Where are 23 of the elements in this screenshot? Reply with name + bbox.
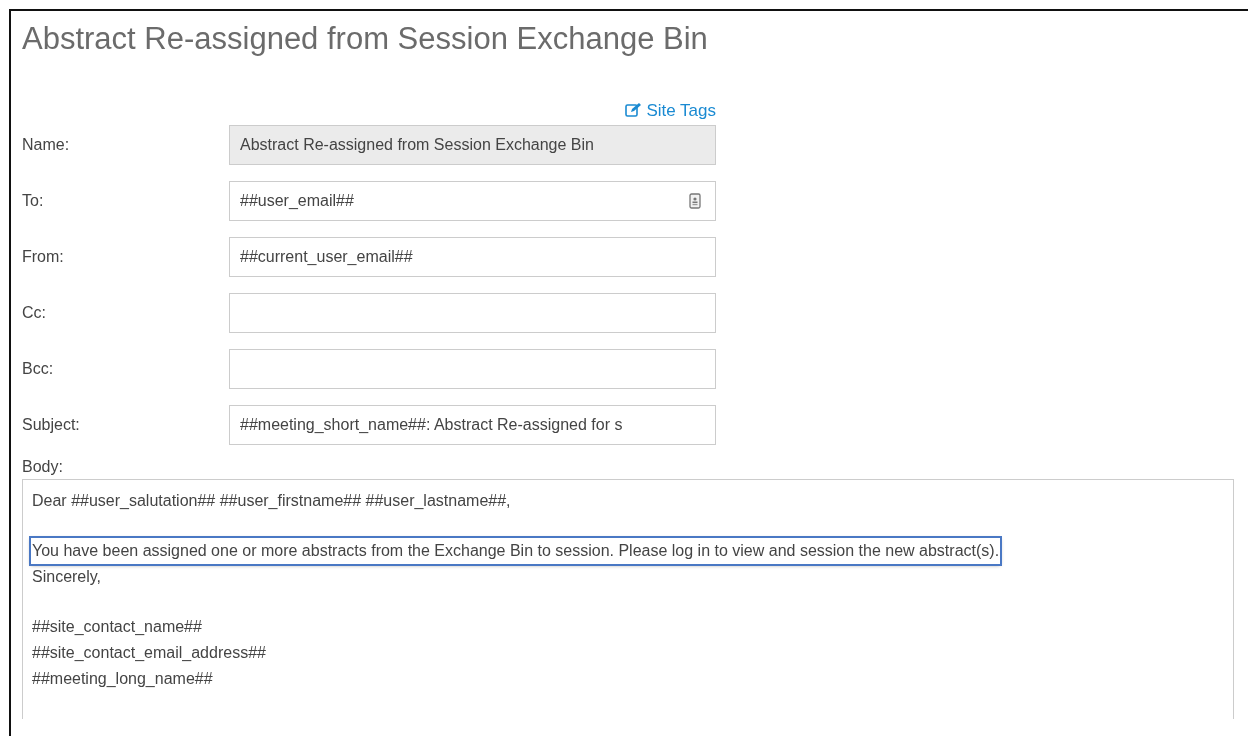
edit-icon (625, 102, 643, 119)
site-tags-link[interactable]: Site Tags (625, 97, 716, 124)
field-label: Cc: (22, 303, 47, 324)
field-label: Body: (22, 457, 64, 478)
body-text-line: Dear ##user_salutation## ##user_firstname## ##user_lastname##, (32, 491, 511, 512)
page-title: Abstract Re-assigned from Session Exchange Bin (22, 20, 709, 58)
body-text-line: ##site_contact_name## (32, 617, 202, 638)
body-editor[interactable] (22, 479, 1234, 720)
body-text-line: Sincerely, (32, 567, 102, 588)
address-book-icon[interactable] (689, 193, 701, 210)
field-label: Subject: (22, 415, 81, 436)
field-label: Name: (22, 135, 71, 156)
input-field[interactable] (229, 349, 716, 390)
field-label: From: (22, 247, 65, 268)
body-text-line: You have been assigned one or more abstracts from the Exchange Bin to session. Please log in to view and session the new abstract(s). (31, 538, 1001, 565)
input-field[interactable] (229, 293, 716, 334)
body-text-line: ##site_contact_email_address## (32, 643, 266, 664)
field-label: To: (22, 191, 45, 212)
body-text-line: ##meeting_long_name## (32, 669, 213, 690)
input-field[interactable]: ##user_email## (229, 181, 716, 222)
field-label: Bcc: (22, 359, 55, 380)
input-field[interactable]: ##current_user_email## (229, 237, 716, 278)
input-field[interactable]: ##meeting_short_name##: Abstract Re-assigned for s (229, 405, 716, 446)
